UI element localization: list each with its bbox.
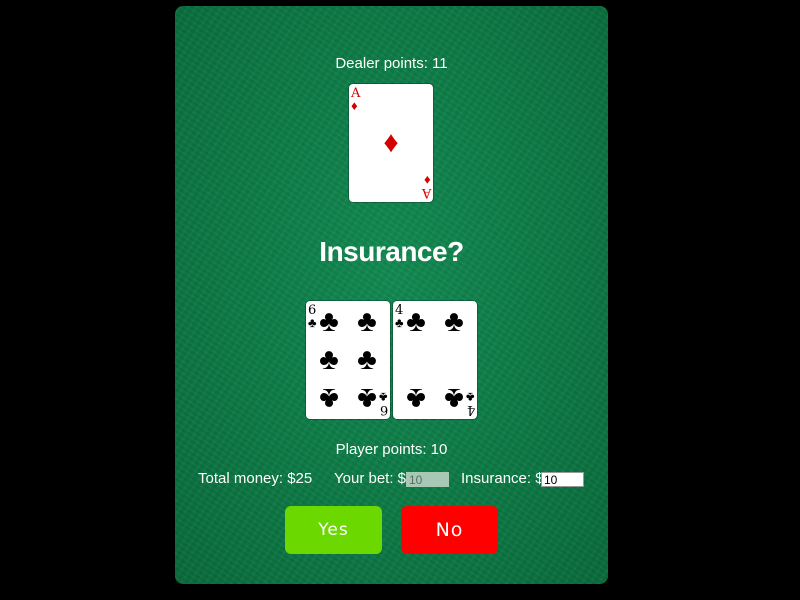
card-rank: 6	[379, 402, 388, 417]
insurance-prompt: Insurance?	[319, 236, 464, 267]
diamond-icon: ♦	[351, 98, 358, 113]
card-rank: A	[421, 185, 431, 200]
club-icon: ♣	[357, 343, 377, 376]
dealer-card: A ♦ ♦ ♦ A	[349, 84, 433, 202]
player-card: 6 ♣ ♣ ♣ ♣ ♣ ♣ ♣ ♣ 6	[306, 301, 390, 419]
club-icon: ♣	[444, 382, 464, 415]
total-money-label: Total money: $25	[198, 470, 313, 487]
dealer-points-label: Dealer points: 11	[335, 55, 448, 72]
dealer-points: Dealer points: 11	[175, 55, 608, 72]
blackjack-table: Dealer points: 11 A ♦ ♦ ♦ A Insurance? 6…	[175, 6, 608, 584]
club-icon: ♣	[444, 305, 464, 338]
insurance-input[interactable]	[541, 472, 584, 487]
club-icon: ♣	[319, 382, 339, 415]
yes-button[interactable]: Yes	[285, 506, 382, 554]
insurance-label: Insurance: $	[461, 470, 544, 487]
bet-input	[406, 472, 449, 487]
club-icon: ♣	[319, 305, 339, 338]
club-icon: ♣	[406, 382, 426, 415]
club-icon: ♣	[357, 305, 377, 338]
diamond-icon: ♦	[383, 126, 399, 159]
bet-label: Your bet: $	[334, 470, 407, 487]
card-rank: 4	[466, 402, 475, 417]
club-icon: ♣	[406, 305, 426, 338]
club-icon: ♣	[357, 382, 377, 415]
player-card: 4 ♣ ♣ ♣ ♣ ♣ ♣ 4	[393, 301, 477, 419]
no-button[interactable]: No	[401, 506, 498, 554]
money-row: Total money: $25 Your bet: $ Insurance: …	[175, 469, 608, 489]
player-points: Player points: 10	[175, 441, 608, 458]
club-icon: ♣	[319, 343, 339, 376]
player-points-label: Player points: 10	[335, 441, 448, 458]
